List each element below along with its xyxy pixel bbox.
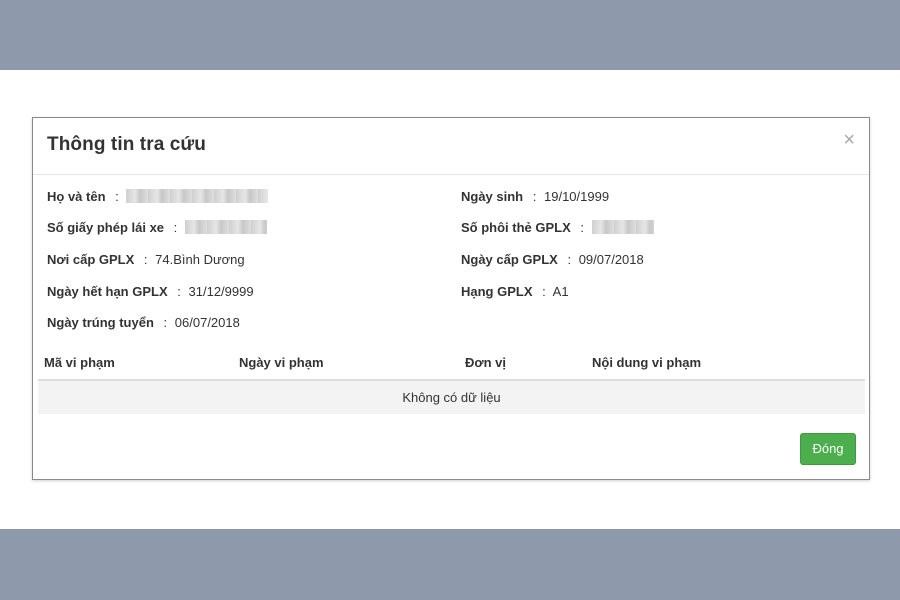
field-license-class: Hạng GPLX : A1 bbox=[461, 284, 569, 299]
lookup-info-modal: Thông tin tra cứu × Họ và tên : Ngày sin… bbox=[32, 117, 870, 480]
field-separator: : bbox=[542, 284, 546, 299]
redacted-value bbox=[591, 220, 654, 234]
field-value: 06/07/2018 bbox=[174, 315, 240, 330]
field-value: 74.Bình Dương bbox=[155, 252, 245, 267]
close-icon[interactable]: × bbox=[843, 130, 855, 150]
field-issued-place: Nơi cấp GPLX : 74.Bình Dương bbox=[47, 252, 245, 267]
field-separator: : bbox=[173, 220, 178, 235]
column-header-violation-content: Nội dung vi phạm bbox=[592, 355, 702, 370]
field-card-serial: Số phôi thẻ GPLX : bbox=[461, 220, 654, 235]
field-value: 31/12/9999 bbox=[188, 284, 254, 299]
field-label: Số giấy phép lái xe bbox=[47, 220, 165, 235]
field-separator: : bbox=[163, 315, 168, 330]
column-header-unit: Đơn vị bbox=[465, 355, 507, 370]
column-header-violation-date: Ngày vi phạm bbox=[239, 355, 324, 370]
field-label: Họ và tên bbox=[47, 189, 106, 204]
field-date-of-birth: Ngày sinh : 19/10/1999 bbox=[461, 189, 609, 204]
close-button[interactable]: Đóng bbox=[800, 433, 856, 465]
field-label: Nơi cấp GPLX bbox=[47, 252, 135, 267]
redacted-value bbox=[184, 220, 267, 234]
field-separator: : bbox=[580, 220, 585, 235]
field-label: Số phôi thẻ GPLX bbox=[461, 220, 571, 235]
field-separator: : bbox=[143, 252, 148, 267]
redacted-value bbox=[126, 189, 269, 203]
field-issued-date: Ngày cấp GPLX : 09/07/2018 bbox=[461, 252, 644, 267]
field-value: 09/07/2018 bbox=[578, 252, 644, 267]
field-label: Hạng GPLX bbox=[461, 284, 533, 299]
field-license-number: Số giấy phép lái xe : bbox=[47, 220, 267, 235]
field-label: Ngày trúng tuyển bbox=[47, 315, 154, 330]
column-header-violation-code: Mã vi phạm bbox=[44, 355, 115, 370]
modal-header: Thông tin tra cứu × bbox=[33, 118, 869, 175]
field-full-name: Họ và tên : bbox=[47, 189, 269, 204]
field-label: Ngày cấp GPLX bbox=[461, 252, 558, 267]
field-value: 19/10/1999 bbox=[544, 189, 610, 204]
bottom-background-band bbox=[0, 529, 900, 600]
field-separator: : bbox=[532, 189, 537, 204]
field-expiry-date: Ngày hết hạn GPLX : 31/12/9999 bbox=[47, 284, 254, 299]
field-label: Ngày sinh bbox=[461, 189, 524, 204]
field-separator: : bbox=[567, 252, 572, 267]
field-pass-date: Ngày trúng tuyển : 06/07/2018 bbox=[47, 315, 240, 330]
table-empty-row: Không có dữ liệu bbox=[38, 381, 865, 414]
top-background-band bbox=[0, 0, 900, 70]
field-separator: : bbox=[177, 284, 181, 299]
modal-title: Thông tin tra cứu bbox=[47, 134, 206, 155]
field-separator: : bbox=[115, 189, 119, 204]
field-label: Ngày hết hạn GPLX bbox=[47, 284, 168, 299]
field-value: A1 bbox=[552, 284, 569, 299]
